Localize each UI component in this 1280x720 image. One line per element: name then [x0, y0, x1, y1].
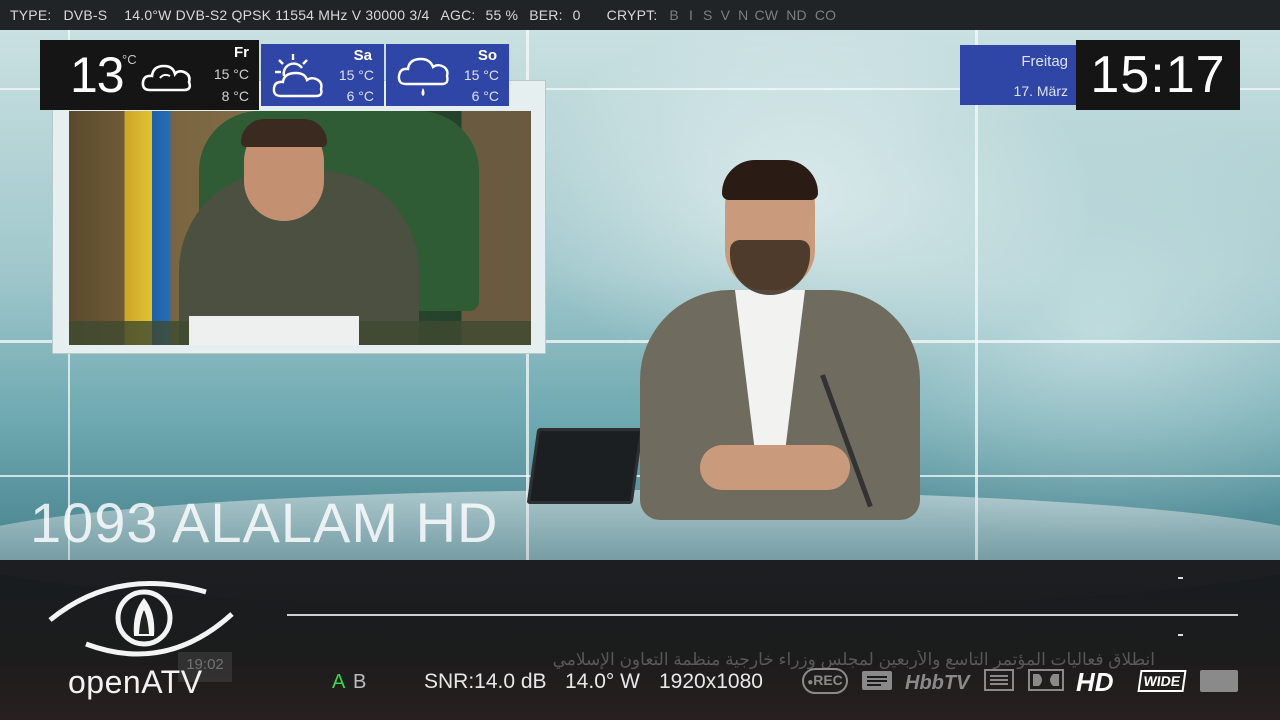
agc-label: AGC: [440, 7, 476, 23]
crypt-system-n: N [738, 7, 749, 23]
forecast-low: 6 °C [346, 88, 374, 104]
weather-forecast-day: So 15 °C 6 °C [386, 44, 509, 106]
hbbtv-icon: HbbTV [905, 672, 970, 694]
desk-tablet [526, 428, 644, 504]
inset-video [52, 80, 546, 354]
ber-label: BER: [529, 7, 563, 23]
channel-name: 1093 ALALAM HD [30, 491, 499, 554]
forecast-day: Fr [234, 44, 249, 61]
snr-value: SNR:14.0 dB [424, 670, 547, 693]
rec-icon: ●REC [802, 668, 848, 694]
forecast-high: 15 °C [463, 67, 499, 83]
tuner-info: 14.0°W DVB-S2 QPSK 11554 MHz V 30000 3/4 [124, 7, 430, 23]
openatv-logo-text: openATV [68, 664, 203, 700]
signal-info-bar: TYPE: DVB-S 14.0°W DVB-S2 QPSK 11554 MHz… [0, 0, 1280, 30]
inset-video-frame [69, 111, 531, 345]
crypt-system-s: S [703, 7, 713, 23]
subtitles-icon [983, 668, 1015, 694]
crypt-system-v: V [720, 7, 731, 23]
resolution-box-icon [1200, 670, 1238, 692]
rec-label: REC [813, 672, 843, 688]
type-value: DVB-S [63, 7, 108, 23]
crypt-label: CRYPT: [606, 7, 658, 23]
current-temperature: 13 [70, 47, 125, 103]
weather-widget: 13 °C Fr 15 °C 8 °C Sa 15 °C 6 °C So 15 … [40, 40, 509, 110]
audio-track-a: A [332, 671, 346, 693]
forecast-low: 6 °C [471, 88, 499, 104]
video-resolution: 1920x1080 [659, 670, 763, 693]
forecast-day: Sa [353, 47, 372, 64]
crypt-system-nd: ND [786, 7, 807, 23]
crypt-system-cw: CW [754, 7, 779, 23]
crypt-system-co: CO [814, 7, 837, 23]
studio-grid-line [975, 30, 978, 560]
event-marker [1178, 577, 1183, 579]
type-label: TYPE: [10, 7, 52, 23]
weather-today: 13 °C Fr 15 °C 8 °C [40, 40, 259, 110]
crypt-system-i: I [688, 7, 694, 23]
agc-value: 55 % [485, 7, 519, 23]
forecast-low: 8 °C [221, 88, 249, 104]
news-presenter [630, 160, 930, 520]
forecast-high: 15 °C [213, 66, 249, 82]
orbital-position: 14.0° W [565, 670, 640, 693]
widescreen-icon: WIDE [1137, 670, 1187, 692]
clock-time: 15:17 [1076, 40, 1240, 110]
partly-sunny-icon [271, 52, 325, 105]
crypt-system-b: B [669, 7, 679, 23]
rain-cloud-icon [396, 52, 450, 105]
event-progress-bar [287, 614, 1238, 616]
forecast-high: 15 °C [338, 67, 374, 83]
hd-icon: HD [1076, 667, 1114, 697]
ber-value: 0 [572, 7, 581, 23]
teletext-icon [861, 668, 893, 694]
date-box: Freitag 17. März [960, 45, 1076, 105]
temperature-unit: °C [122, 52, 137, 67]
dolby-icon [1028, 668, 1064, 694]
audio-track-b: B [353, 671, 367, 693]
weather-forecast-day: Sa 15 °C 6 °C [261, 44, 384, 106]
weekday: Freitag [1021, 53, 1068, 70]
cloudy-icon [140, 56, 194, 101]
forecast-day: So [477, 47, 497, 64]
event-marker [1178, 634, 1183, 636]
date: 17. März [1013, 83, 1068, 99]
